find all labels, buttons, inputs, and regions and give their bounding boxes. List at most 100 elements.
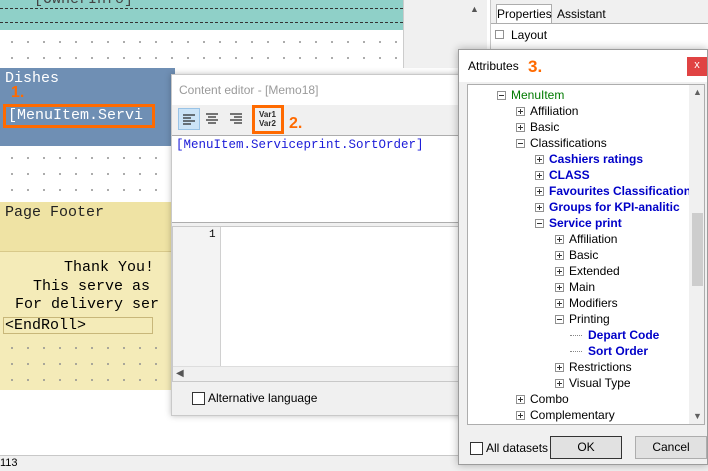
tree-rows-container: MenuItem Affiliation Basic Classifications C…: [468, 85, 691, 424]
expand-icon[interactable]: [555, 267, 564, 276]
tab-assistant[interactable]: Assistant: [553, 6, 615, 23]
insert-variable-button[interactable]: Var1 Var2: [252, 105, 284, 134]
endroll-text: <EndRoll>: [5, 317, 87, 334]
expand-icon[interactable]: [535, 171, 544, 180]
detail-dotted-area: [0, 30, 403, 68]
collapse-icon[interactable]: [555, 315, 564, 324]
tree-node-label: Cashiers ratings: [549, 152, 644, 166]
tree-scroll-down-icon[interactable]: ▼: [693, 411, 702, 421]
close-button[interactable]: x: [687, 57, 707, 76]
expand-icon[interactable]: [516, 395, 525, 404]
band-dashed-line-top: [0, 8, 403, 9]
script-editor-hscrollbar[interactable]: ◀: [173, 366, 468, 381]
tree-node-label: Basic: [530, 120, 560, 134]
collapse-icon[interactable]: [535, 219, 544, 228]
ok-button-label: OK: [577, 440, 595, 454]
layout-section-label[interactable]: Layout: [511, 28, 547, 42]
tree-node-label: Classifications: [530, 136, 607, 150]
expression-text-area[interactable]: [MenuItem.Serviceprint.SortOrder]: [172, 135, 469, 223]
annotation-1: 1.: [11, 84, 25, 101]
expand-icon[interactable]: [555, 379, 564, 388]
expand-icon[interactable]: [516, 107, 525, 116]
tree-node-label: Visual Type: [569, 376, 631, 390]
expand-icon[interactable]: [535, 187, 544, 196]
tab-properties[interactable]: Properties: [496, 4, 552, 23]
ok-button[interactable]: OK: [550, 436, 622, 459]
status-bar-text: 113: [0, 457, 18, 469]
tree-node-label: Restrictions: [569, 360, 632, 374]
content-editor-window[interactable]: Content editor - [Memo18] Var1 Var2 2. […: [171, 74, 469, 416]
cancel-button[interactable]: Cancel: [635, 436, 707, 459]
page-footer-band[interactable]: Page Footer Thank You! This serve as For…: [0, 202, 175, 390]
align-left-button[interactable]: [178, 108, 200, 130]
expand-icon[interactable]: [535, 203, 544, 212]
tree-node-label: Affiliation: [530, 104, 579, 118]
align-right-button[interactable]: [226, 108, 248, 130]
all-datasets-label[interactable]: All datasets: [486, 441, 548, 455]
alternative-language-label[interactable]: Alternative language: [208, 391, 317, 405]
tree-vscrollbar[interactable]: ▲ ▼: [689, 85, 704, 424]
content-editor-titlebar[interactable]: Content editor - [Memo18]: [172, 75, 469, 105]
expand-icon[interactable]: [555, 283, 564, 292]
dishes-field-memo[interactable]: [MenuItem.Servi: [3, 104, 155, 128]
expand-icon[interactable]: [555, 235, 564, 244]
tree-node-label: Service print: [549, 216, 622, 230]
tree-node-label: Affiliation: [569, 232, 618, 246]
line-number-gutter: 1: [173, 227, 221, 367]
scroll-up-icon[interactable]: ▲: [470, 4, 479, 14]
tree-node-label: Sort Order: [588, 344, 649, 358]
content-editor-toolbar: Var1 Var2 2.: [172, 105, 469, 135]
owner-info-field[interactable]: [OwnerInfo]: [34, 0, 133, 8]
all-datasets-checkbox[interactable]: [470, 442, 483, 455]
script-editor[interactable]: 1 ◀: [172, 226, 469, 382]
var2-icon-label: Var2: [259, 119, 276, 128]
annotation-2: 2.: [289, 115, 303, 132]
line-number: 1: [209, 229, 216, 241]
tree-scroll-up-icon[interactable]: ▲: [693, 87, 702, 97]
footer-line-3[interactable]: For delivery ser: [15, 296, 159, 313]
tree-node-label: CLASS: [549, 168, 590, 182]
cancel-button-label: Cancel: [652, 440, 690, 454]
align-left-icon: [183, 114, 195, 125]
expand-icon[interactable]: [516, 411, 525, 420]
attributes-titlebar[interactable]: Attributes 3. x: [459, 50, 707, 82]
expand-icon[interactable]: [555, 251, 564, 260]
expand-icon[interactable]: [516, 123, 525, 132]
collapse-icon[interactable]: [497, 91, 506, 100]
align-center-icon: [206, 113, 218, 124]
page-footer-label: Page Footer: [5, 204, 105, 221]
tree-node-label: Modifiers: [569, 296, 618, 310]
tree-node-label: Depart Code: [588, 328, 660, 342]
tree-node-label: Main: [569, 280, 596, 294]
layout-collapse-icon[interactable]: [495, 30, 504, 39]
dishes-band[interactable]: Dishes 1. [MenuItem.Servi: [0, 68, 175, 146]
footer-line-2[interactable]: This serve as: [33, 278, 150, 295]
tree-connector-icon: [570, 351, 582, 352]
dishes-field-text: [MenuItem.Servi: [8, 107, 144, 124]
align-center-button[interactable]: [202, 108, 224, 130]
content-editor-title: Content editor - [Memo18]: [179, 83, 319, 97]
attributes-tree[interactable]: MenuItem Affiliation Basic Classifications C…: [467, 84, 705, 425]
expand-icon[interactable]: [535, 155, 544, 164]
endroll-field[interactable]: <EndRoll>: [3, 317, 153, 334]
tree-node-label: Groups for KPI-analitic: [549, 200, 680, 214]
attributes-title: Attributes: [468, 59, 519, 73]
owner-info-band[interactable]: [OwnerInfo]: [0, 0, 403, 30]
tree-node-label: Complementary: [530, 408, 615, 422]
attributes-dialog[interactable]: Attributes 3. x MenuItem Affiliation Basic…: [458, 49, 708, 465]
align-right-icon: [230, 113, 242, 124]
alternative-language-checkbox[interactable]: [192, 392, 205, 405]
tree-connector-icon: [570, 335, 582, 336]
tab-properties-label: Properties: [497, 7, 552, 21]
expand-icon[interactable]: [555, 363, 564, 372]
tree-node-label: Extended: [569, 264, 620, 278]
collapse-icon[interactable]: [516, 139, 525, 148]
annotation-3: 3.: [528, 57, 543, 76]
scroll-left-icon[interactable]: ◀: [176, 368, 184, 379]
band-dashed-line-bottom: [0, 22, 403, 23]
tree-node-label: Printing: [569, 312, 610, 326]
tree-scroll-thumb[interactable]: [692, 213, 703, 286]
footer-line-1[interactable]: Thank You!: [64, 259, 154, 276]
expand-icon[interactable]: [555, 299, 564, 308]
footer-dotted-area: [0, 336, 175, 390]
